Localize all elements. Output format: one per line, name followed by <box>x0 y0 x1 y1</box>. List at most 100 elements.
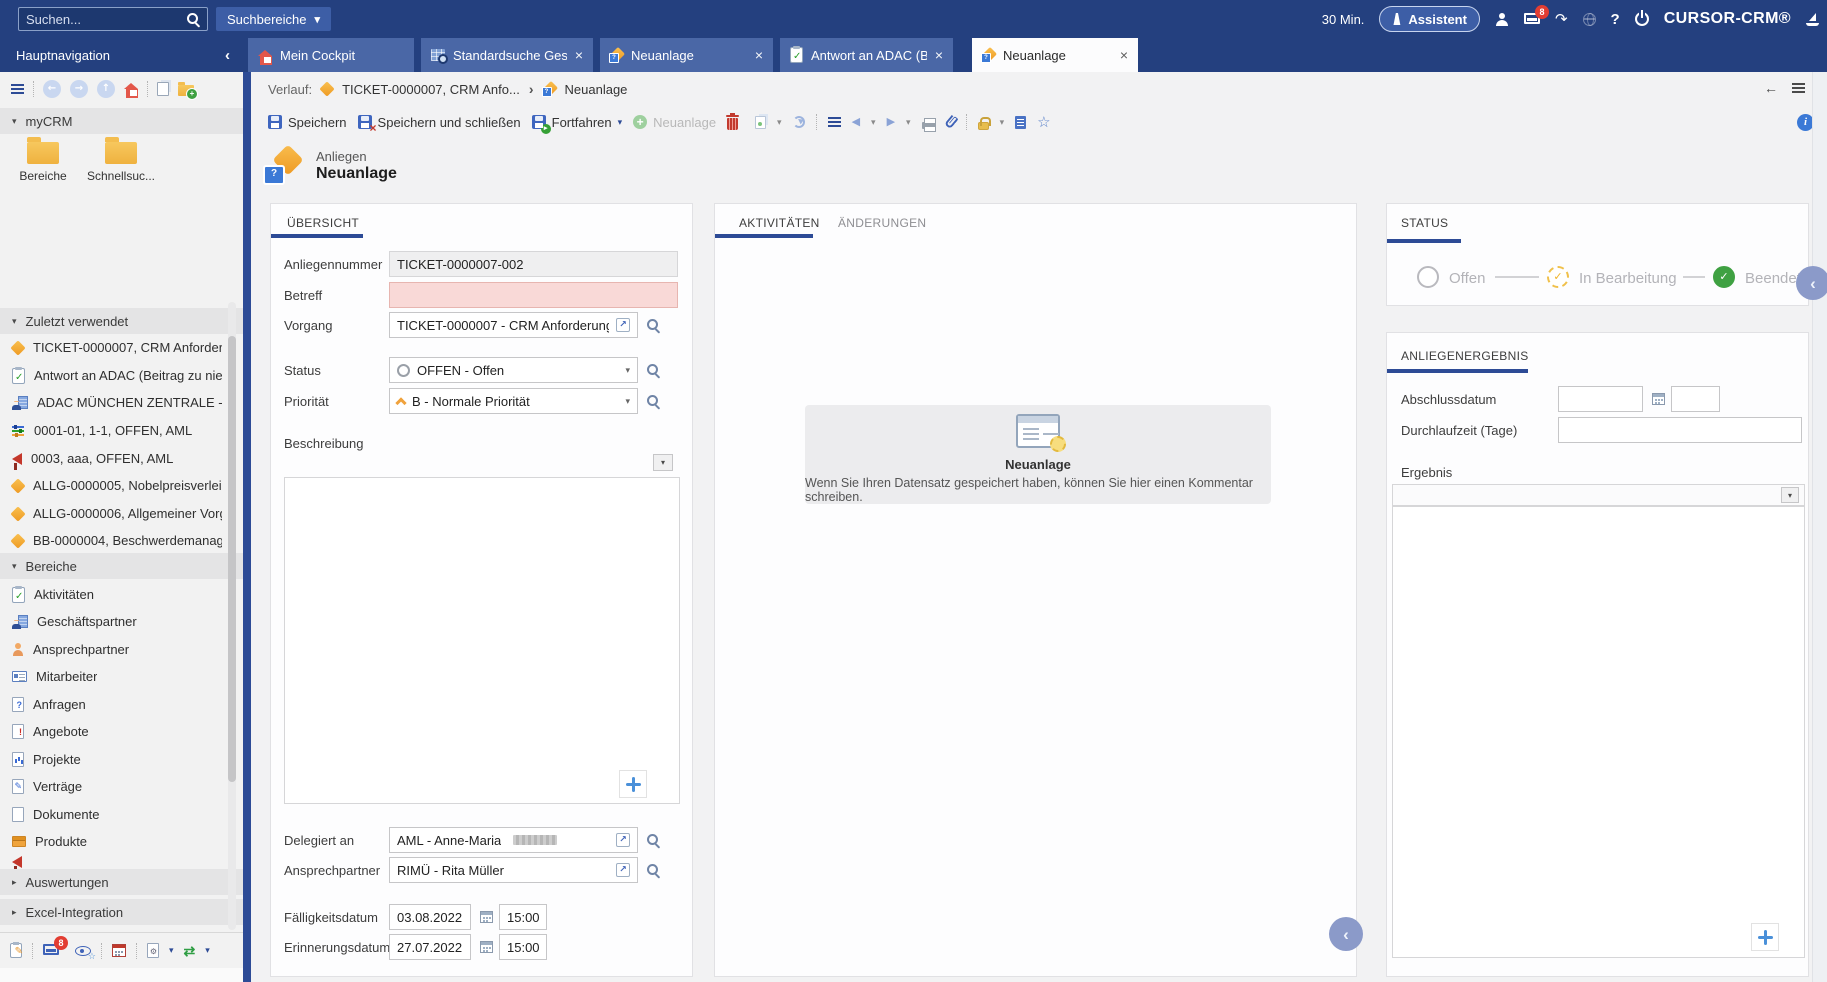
folder-bereiche[interactable]: Bereiche <box>10 136 76 183</box>
tab-uebersicht[interactable]: ÜBERSICHT <box>287 216 359 230</box>
recent-item[interactable]: 0003, aaa, OFFEN, AML <box>0 445 226 472</box>
search-icon[interactable] <box>187 13 200 26</box>
tab-antwort-adac[interactable]: Antwort an ADAC (B... <box>780 38 953 72</box>
nav-back-icon[interactable]: ← <box>43 80 61 98</box>
tab-anliegenergebnis[interactable]: ANLIEGENERGEBNIS <box>1401 349 1529 363</box>
nav-forward-icon[interactable]: → <box>70 80 88 98</box>
recent-item[interactable]: Antwort an ADAC (Beitrag zu niedri <box>0 362 226 389</box>
delete-icon[interactable] <box>727 118 738 130</box>
close-icon[interactable] <box>1120 48 1128 62</box>
sidebar-item-anfragen[interactable]: Anfragen <box>0 691 226 718</box>
proceed-button[interactable]: ▸ Fortfahren <box>532 115 623 130</box>
document-gear-icon[interactable] <box>147 943 159 958</box>
list-icon[interactable] <box>828 117 841 127</box>
tab-aenderungen[interactable]: ÄNDERUNGEN <box>838 216 926 230</box>
sidebar-item-projekte[interactable]: Projekte <box>0 746 226 773</box>
vorgang-field[interactable]: TICKET-0000007 - CRM Anforderung TICK... <box>389 312 638 338</box>
print-icon[interactable] <box>922 122 936 129</box>
faelligkeit-time-field[interactable] <box>499 904 547 930</box>
sidebar-item-clipped[interactable] <box>0 856 226 870</box>
collapse-panel-button[interactable]: ‹ <box>1329 917 1363 951</box>
home-icon[interactable] <box>124 83 138 96</box>
chevron-down-icon[interactable] <box>777 117 782 128</box>
lookup-button[interactable] <box>644 392 662 410</box>
expand-panel-button[interactable]: ‹ <box>1796 266 1827 300</box>
back-arrow-icon[interactable] <box>1764 81 1778 95</box>
search-scope-button[interactable]: Suchbereiche <box>216 7 331 31</box>
sidebar-item-dokumente[interactable]: Dokumente <box>0 801 226 828</box>
chevron-down-icon[interactable] <box>871 117 876 128</box>
beschreibung-dropdown-button[interactable] <box>653 454 673 471</box>
calendar-button[interactable] <box>1649 390 1667 408</box>
beschreibung-textarea[interactable] <box>284 477 680 804</box>
delegiert-field[interactable]: AML - Anne-Maria <box>389 827 638 853</box>
relation-icon[interactable] <box>1015 116 1026 129</box>
lookup-button[interactable] <box>644 861 662 879</box>
menu-icon[interactable] <box>1792 83 1805 93</box>
chevron-down-icon[interactable] <box>618 117 623 128</box>
close-icon[interactable] <box>935 48 943 62</box>
abschlussdatum-time-field[interactable] <box>1671 386 1720 412</box>
calendar-button[interactable] <box>477 908 495 926</box>
tab-neuanlage-active[interactable]: Neuanlage <box>972 38 1138 72</box>
open-record-icon[interactable] <box>616 318 630 332</box>
chevron-down-icon[interactable] <box>205 945 210 956</box>
search-input[interactable] <box>26 12 181 27</box>
section-excel-integration[interactable]: Excel-Integration <box>0 899 243 925</box>
ergebnis-dropdown-button[interactable] <box>1781 487 1799 503</box>
chevron-down-icon[interactable] <box>1000 117 1005 128</box>
breadcrumb-item-neuanlage[interactable]: Neuanlage <box>565 82 628 97</box>
next-record-icon[interactable] <box>887 117 895 128</box>
previous-record-icon[interactable] <box>852 117 860 128</box>
sidebar-item-vertraege[interactable]: Verträge <box>0 773 226 800</box>
inbox-button[interactable]: 8 <box>1524 12 1540 27</box>
close-icon[interactable] <box>755 48 763 62</box>
durchlaufzeit-field[interactable] <box>1558 417 1802 443</box>
assistant-button[interactable]: Assistent <box>1379 6 1480 32</box>
inbox-button[interactable]: 8 <box>43 943 59 958</box>
move-button[interactable] <box>619 770 647 798</box>
refresh-icon[interactable] <box>793 116 805 128</box>
recent-item[interactable]: ALLG-0000006, Allgemeiner Vorgan <box>0 500 226 527</box>
lookup-button[interactable] <box>644 361 662 379</box>
tab-mein-cockpit[interactable]: Mein Cockpit <box>248 38 414 72</box>
copy-icon[interactable] <box>755 116 766 129</box>
sidebar-item-angebote[interactable]: Angebote <box>0 718 226 745</box>
betreff-field[interactable] <box>389 282 678 308</box>
chevron-down-icon[interactable] <box>625 396 630 407</box>
anliegennummer-field[interactable] <box>389 251 678 277</box>
power-icon[interactable] <box>1635 12 1649 26</box>
scrollbar-thumb[interactable] <box>228 336 236 782</box>
ergebnis-textarea[interactable] <box>1392 506 1805 958</box>
sync-icon[interactable] <box>184 944 196 958</box>
global-search[interactable] <box>18 7 208 31</box>
sidebar-item-mitarbeiter[interactable]: Mitarbeiter <box>0 663 226 690</box>
nav-up-icon[interactable]: ↑ <box>97 80 115 98</box>
help-icon[interactable]: ? <box>1611 11 1620 28</box>
tab-neuanlage-1[interactable]: Neuanlage <box>600 38 773 72</box>
user-icon[interactable] <box>1495 13 1509 26</box>
folder-schnellsuchen[interactable]: Schnellsuc... <box>88 136 154 183</box>
section-mycrm[interactable]: myCRM <box>0 108 243 134</box>
erinnerung-time-field[interactable] <box>499 934 547 960</box>
recent-item[interactable]: ALLG-0000005, Nobelpreisverleihu <box>0 472 226 499</box>
clipboard-icon[interactable] <box>157 82 169 96</box>
section-auswertungen[interactable]: Auswertungen <box>0 869 243 895</box>
status-field[interactable]: OFFEN - Offen <box>389 357 638 383</box>
clipboard-edit-icon[interactable] <box>10 943 22 958</box>
redo-icon[interactable] <box>1555 12 1568 27</box>
new-record-button[interactable]: + Neuanlage <box>633 115 716 130</box>
attachment-icon[interactable] <box>944 115 958 129</box>
menu-icon[interactable] <box>11 84 24 94</box>
chevron-down-icon[interactable] <box>906 117 911 128</box>
calendar-button[interactable] <box>477 938 495 956</box>
recent-item[interactable]: TICKET-0000007, CRM Anforderung <box>0 334 226 361</box>
sidebar-item-aktivitaeten[interactable]: Aktivitäten <box>0 581 226 608</box>
sidebar-item-geschaeftspartner[interactable]: Geschäftspartner <box>0 608 226 635</box>
right-scroll-strip[interactable] <box>1812 72 1827 982</box>
sidebar-item-produkte[interactable]: Produkte <box>0 828 226 855</box>
open-record-icon[interactable] <box>616 833 630 847</box>
collapse-sidebar-icon[interactable] <box>225 47 230 64</box>
lock-icon[interactable] <box>978 122 989 130</box>
favorite-icon[interactable] <box>1037 115 1050 130</box>
